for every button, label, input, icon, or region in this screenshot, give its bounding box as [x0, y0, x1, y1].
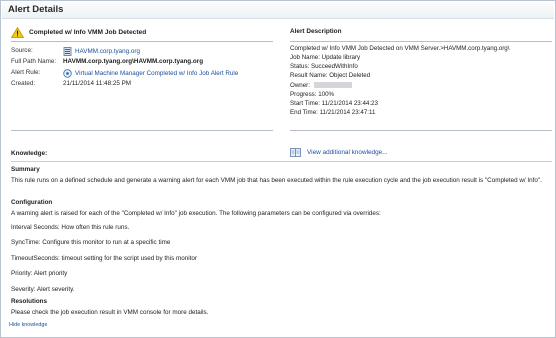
- alert-rule-label: Alert Rule:: [11, 69, 41, 76]
- resolutions-text: Please check the job execution result in…: [11, 309, 209, 316]
- alert-details-window: Alert Details Completed w/ Info VMM Job …: [0, 0, 556, 338]
- description-line: Result Name: Object Deleted: [290, 72, 371, 80]
- param-priority: Priority: Alert priority: [11, 270, 68, 277]
- description-line: Completed w/ Info VMM Job Detected on VM…: [290, 45, 510, 52]
- param-severity: Severity: Alert severity.: [11, 286, 75, 293]
- summary-text: This rule runs on a defined schedule and…: [11, 177, 542, 184]
- hide-knowledge-link[interactable]: Hide knowledge: [9, 322, 47, 328]
- source-label: Source:: [11, 47, 33, 54]
- description-line: Status: SucceedWithInfo: [290, 63, 358, 71]
- alert-summary-section: Completed w/ Info VMM Job Detected: [11, 25, 273, 39]
- created-label: Created:: [11, 80, 36, 87]
- alert-rule-link[interactable]: Virtual Machine Manager Completed w/ Inf…: [75, 70, 238, 77]
- view-knowledge-row: View additional knowledge...: [290, 148, 388, 157]
- description-line: Progress: 100%: [290, 90, 335, 98]
- source-link[interactable]: HAVMM.corp.tyang.org: [75, 48, 140, 55]
- description-line: End Time: 11/21/2014 23:47:11: [290, 109, 376, 117]
- knowledge-title: Knowledge:: [11, 150, 48, 157]
- param-timeout: TimeoutSeconds: timeout setting for the …: [11, 255, 197, 262]
- rule-icon: [63, 69, 72, 78]
- warning-icon: [11, 26, 24, 38]
- param-interval: Interval Seconds: How often this rule ru…: [11, 224, 130, 231]
- description-title: Alert Description: [290, 28, 342, 35]
- configuration-heading: Configuration: [11, 199, 53, 206]
- owner-line: Owner:: [290, 81, 509, 90]
- resolutions-heading: Resolutions: [11, 298, 48, 305]
- left-header-divider: [11, 41, 273, 42]
- server-icon: [63, 47, 72, 56]
- summary-heading: Summary: [11, 166, 40, 173]
- knowledge-divider: [11, 161, 552, 162]
- right-header-divider: [290, 41, 552, 42]
- knowledge-book-icon: [290, 148, 301, 157]
- configuration-intro: A warning alert is raised for each of th…: [11, 210, 381, 217]
- title-bar: Alert Details: [2, 2, 554, 19]
- created-value: 21/11/2014 11:48:25 PM: [63, 80, 132, 87]
- right-section-divider: [290, 130, 552, 131]
- left-section-divider: [11, 130, 273, 131]
- full-path-value: HAVMM.corp.tyang.org\HAVMM.corp.tyang.or…: [63, 58, 204, 65]
- description-text: Completed w/ Info VMM Job Detected on VM…: [290, 44, 509, 117]
- redacted-owner: [313, 81, 352, 88]
- owner-label: Owner:: [290, 81, 310, 89]
- param-synctime: SyncTime: Configure this monitor to run …: [11, 239, 171, 246]
- window-title: Alert Details: [8, 4, 64, 15]
- alert-description-section: Alert Description Completed w/ Info VMM …: [290, 25, 552, 116]
- alert-name: Completed w/ Info VMM Job Detected: [29, 28, 147, 36]
- description-line: Job Name: Update library: [290, 54, 361, 62]
- description-line: Start Time: 11/21/2014 23:44:23: [290, 99, 378, 107]
- view-additional-knowledge-link[interactable]: View additional knowledge...: [307, 149, 388, 156]
- full-path-label: Full Path Name:: [11, 58, 57, 65]
